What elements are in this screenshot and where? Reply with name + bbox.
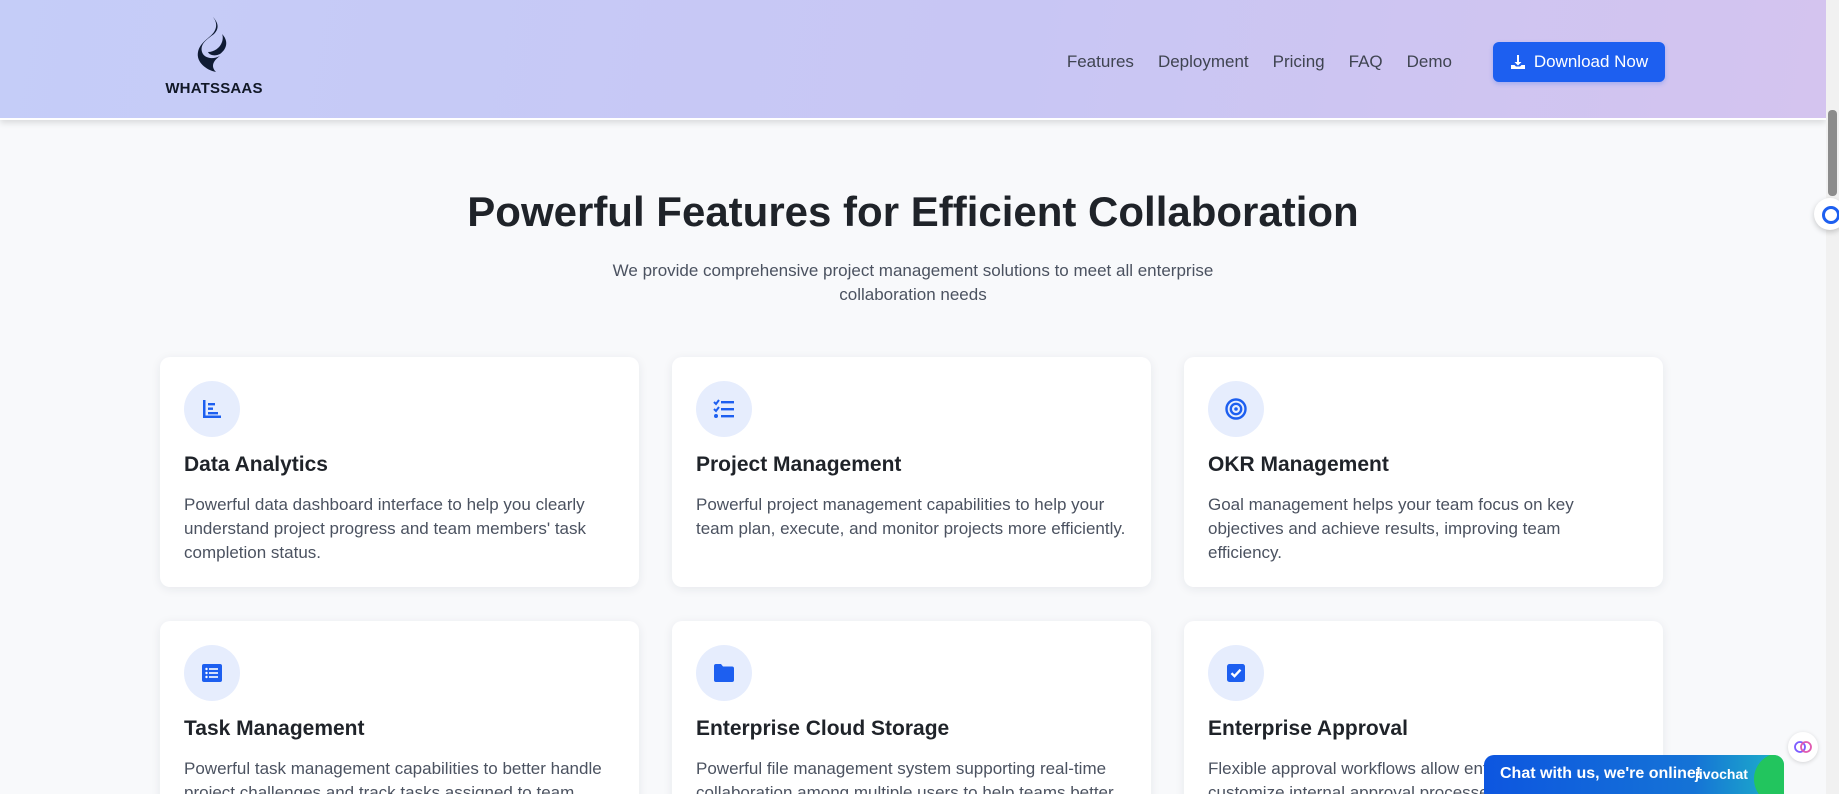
feature-card-enterprise-cloud-storage: Enterprise Cloud Storage Powerful file m…: [672, 621, 1151, 794]
download-now-label: Download Now: [1533, 52, 1649, 71]
download-icon: [1510, 55, 1525, 69]
folder-icon: [696, 645, 752, 701]
chat-brand: jivochat: [1695, 766, 1748, 782]
feature-description: Powerful data dashboard interface to hel…: [184, 495, 586, 562]
feature-description: Goal management helps your team focus on…: [1208, 495, 1574, 562]
target-icon: [1208, 381, 1264, 437]
nav-demo[interactable]: Demo: [1407, 52, 1452, 72]
ai-assistant-icon[interactable]: [1788, 732, 1818, 762]
checklist-icon: [696, 381, 752, 437]
feature-description: Powerful file management system supporti…: [696, 759, 1114, 794]
live-chat-widget[interactable]: Chat with us, we're online! jivochat: [1484, 755, 1784, 794]
main-nav: Features Deployment Pricing FAQ Demo: [1067, 52, 1452, 72]
section-title: Powerful Features for Efficient Collabor…: [467, 188, 1359, 235]
chat-label: Chat with us, we're online!: [1500, 765, 1702, 782]
feature-card-project-management: Project Management Powerful project mana…: [672, 357, 1151, 587]
chat-leaf-icon: [1754, 755, 1784, 794]
site-header: WHATSSAAS Features Deployment Pricing FA…: [0, 0, 1826, 120]
feature-description: Powerful project management capabilities…: [696, 495, 1126, 538]
feature-title: Data Analytics: [184, 453, 328, 476]
feature-title: Enterprise Approval: [1208, 717, 1408, 740]
nav-pricing[interactable]: Pricing: [1273, 52, 1325, 72]
feature-title: OKR Management: [1208, 453, 1389, 476]
scrollbar-thumb[interactable]: [1828, 110, 1837, 196]
feature-card-task-management: Task Management Powerful task management…: [160, 621, 639, 794]
logo-mark-icon: [197, 16, 227, 72]
brain-icon: [1794, 741, 1812, 753]
download-now-button[interactable]: Download Now: [1493, 42, 1665, 82]
logo[interactable]: WHATSSAAS: [164, 14, 264, 100]
feature-title: Enterprise Cloud Storage: [696, 717, 950, 740]
feature-title: Project Management: [696, 453, 902, 476]
nav-features[interactable]: Features: [1067, 52, 1134, 72]
list-icon: [184, 645, 240, 701]
feature-card-data-analytics: Data Analytics Powerful data dashboard i…: [160, 357, 639, 587]
section-subtitle: We provide comprehensive project managem…: [612, 261, 1214, 304]
feature-card-okr-management: OKR Management Goal management helps you…: [1184, 357, 1663, 587]
logo-text: WHATSSAAS: [165, 80, 263, 97]
nav-deployment[interactable]: Deployment: [1158, 52, 1249, 72]
chart-icon: [184, 381, 240, 437]
nav-faq[interactable]: FAQ: [1349, 52, 1383, 72]
checkbox-icon: [1208, 645, 1264, 701]
feature-description: Powerful task management capabilities to…: [184, 759, 602, 794]
feature-title: Task Management: [184, 717, 365, 740]
